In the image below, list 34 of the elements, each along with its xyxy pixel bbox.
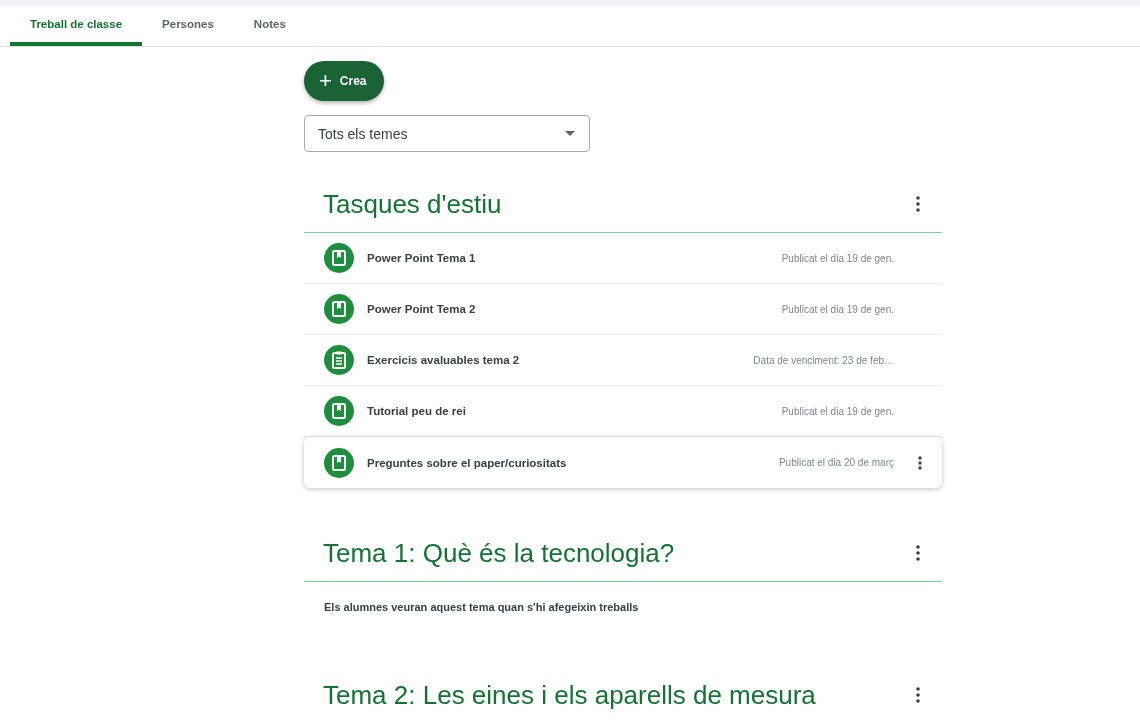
bookmark-page-icon — [324, 243, 354, 273]
more-options-icon[interactable] — [916, 687, 920, 703]
topic-dropdown[interactable]: Tots els temes — [304, 115, 590, 152]
bookmark-page-icon — [324, 396, 354, 426]
clipboard-icon — [324, 345, 354, 375]
topic-title: Tasques d'estiu — [323, 188, 502, 220]
item-title: Tutorial peu de rei — [367, 405, 467, 417]
dropdown-caret-icon — [565, 131, 575, 136]
item-date: Publicat el dia 19 de gen. — [781, 252, 894, 264]
tab[interactable]: Treball de classe — [10, 6, 143, 46]
classwork-item[interactable]: Exercicis avaluables tema 2 Data de venciment: 23 de feb… — [304, 335, 942, 386]
tab[interactable]: Notes — [233, 6, 306, 46]
item-title: Preguntes sobre el paper/curiositats — [367, 456, 568, 469]
item-title: Exercicis avaluables tema 2 — [367, 354, 521, 366]
bookmark-page-icon — [324, 294, 354, 324]
tab[interactable]: Persones — [142, 6, 234, 46]
classwork-item[interactable]: Power Point Tema 1 Publicat el dia 19 de gen. — [304, 233, 942, 284]
item-title: Power Point Tema 2 — [367, 303, 477, 315]
item-date: Publicat el dia 19 de gen. — [781, 303, 894, 315]
topic-note: Els alumnes veuran aquest tema quan s'hi afegeixin treballs — [323, 600, 640, 615]
more-options-icon[interactable] — [916, 545, 920, 561]
item-date: Data de venciment: 23 de feb… — [753, 354, 894, 366]
more-options-icon[interactable] — [918, 455, 922, 470]
topic-title: Tema 2: Les eines i els aparells de mesura — [323, 679, 816, 711]
classwork-item[interactable]: Preguntes sobre el paper/curiositats Publicat el dia 20 de març — [304, 437, 942, 488]
classwork-item[interactable]: Power Point Tema 2 Publicat el dia 19 de gen. — [304, 284, 942, 335]
classwork-item[interactable]: Tutorial peu de rei Publicat el dia 19 de gen. — [304, 386, 942, 437]
topic-title: Tema 1: Què és la tecnologia? — [323, 537, 675, 569]
item-date: Publicat el dia 19 de gen. — [781, 405, 894, 417]
create-button[interactable]: + Crea — [304, 61, 384, 101]
item-title: Power Point Tema 1 — [367, 252, 477, 264]
item-date: Publicat el dia 20 de març — [778, 457, 894, 468]
more-options-icon[interactable] — [916, 196, 920, 212]
bookmark-page-icon — [324, 447, 354, 478]
